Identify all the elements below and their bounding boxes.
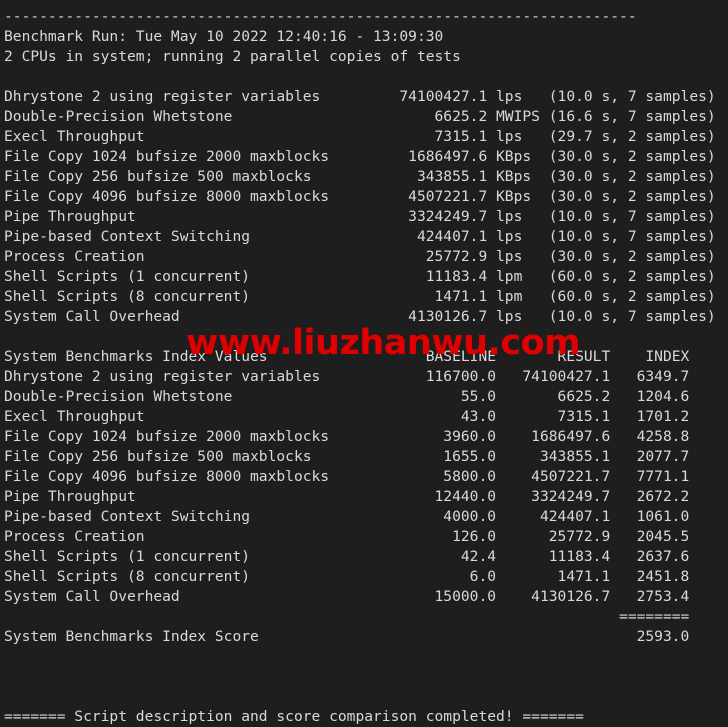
terminal-output: ----------------------------------------… bbox=[4, 7, 716, 725]
terminal-window[interactable]: ----------------------------------------… bbox=[0, 0, 728, 725]
